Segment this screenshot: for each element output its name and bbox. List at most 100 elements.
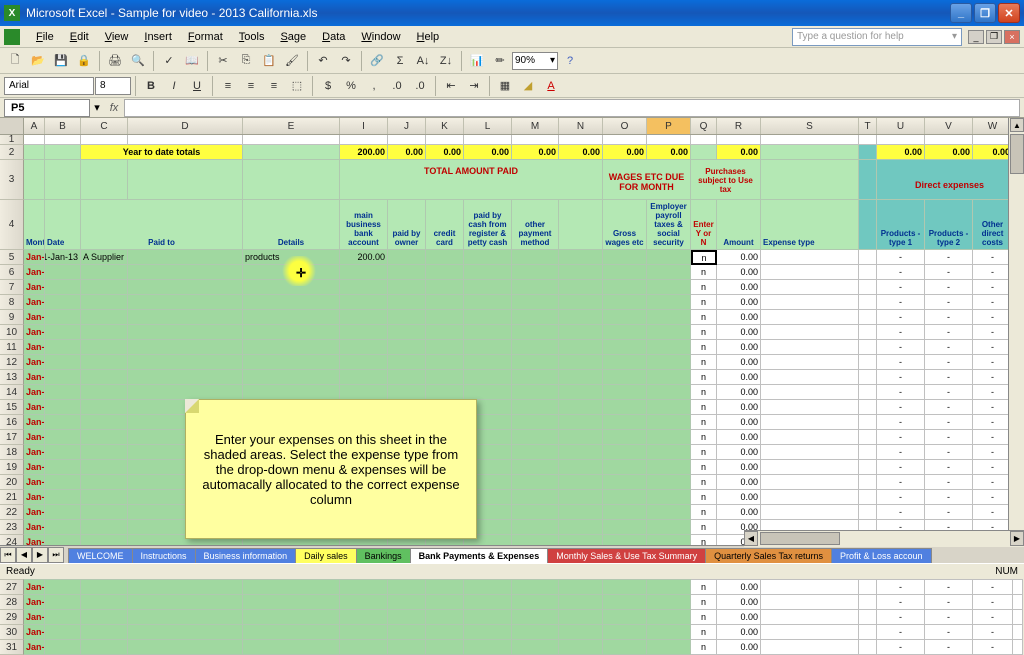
col-header-P[interactable]: P xyxy=(647,118,691,134)
cell[interactable]: - xyxy=(925,400,973,415)
cell[interactable] xyxy=(761,310,859,325)
cell[interactable] xyxy=(24,145,45,160)
cell[interactable]: - xyxy=(925,610,973,625)
cell[interactable]: - xyxy=(877,505,925,520)
cell[interactable]: - xyxy=(973,505,1013,520)
cell[interactable]: n xyxy=(691,625,717,640)
cell[interactable] xyxy=(45,595,81,610)
hyperlink-button[interactable]: 🔗 xyxy=(366,50,388,72)
cell[interactable] xyxy=(603,430,647,445)
cell[interactable] xyxy=(243,355,340,370)
row-header[interactable]: 9 xyxy=(0,310,24,325)
cell[interactable]: 0.00 xyxy=(717,280,761,295)
cell[interactable]: 0.00 xyxy=(717,400,761,415)
cell[interactable]: - xyxy=(973,460,1013,475)
cell[interactable] xyxy=(559,490,603,505)
cell[interactable] xyxy=(243,370,340,385)
cell[interactable] xyxy=(128,295,243,310)
cell[interactable] xyxy=(243,385,340,400)
cell[interactable] xyxy=(81,370,128,385)
cell[interactable] xyxy=(761,145,859,160)
cell[interactable] xyxy=(647,490,691,505)
cell[interactable]: n xyxy=(691,325,717,340)
cell[interactable] xyxy=(603,460,647,475)
cell[interactable]: - xyxy=(925,580,973,595)
cell[interactable]: Expense type xyxy=(761,200,859,250)
cell[interactable] xyxy=(81,160,128,200)
cell[interactable] xyxy=(464,250,512,265)
cell[interactable] xyxy=(512,265,559,280)
cell[interactable] xyxy=(340,595,388,610)
cell[interactable]: - xyxy=(925,355,973,370)
cell[interactable] xyxy=(859,160,877,200)
cell[interactable] xyxy=(45,280,81,295)
cell[interactable] xyxy=(512,400,559,415)
cell[interactable]: - xyxy=(877,325,925,340)
cell[interactable] xyxy=(603,265,647,280)
col-header-M[interactable]: M xyxy=(512,118,559,134)
cell[interactable] xyxy=(128,250,243,265)
cell[interactable] xyxy=(761,250,859,265)
cell[interactable]: Year to date totals xyxy=(81,145,243,160)
cell[interactable]: 0.00 xyxy=(717,370,761,385)
cell[interactable]: n xyxy=(691,580,717,595)
cell[interactable] xyxy=(761,445,859,460)
cell[interactable] xyxy=(647,310,691,325)
cell[interactable] xyxy=(45,135,81,145)
cell[interactable] xyxy=(512,625,559,640)
preview-button[interactable]: 🔍 xyxy=(127,50,149,72)
row-header[interactable]: 30 xyxy=(0,625,24,640)
cell[interactable] xyxy=(512,475,559,490)
row-header[interactable]: 22 xyxy=(0,505,24,520)
cell[interactable] xyxy=(340,640,388,655)
tab-last-button[interactable]: ⏭ xyxy=(48,547,64,563)
cell[interactable] xyxy=(761,160,859,200)
menu-data[interactable]: Data xyxy=(314,29,353,45)
dec-decimal-button[interactable]: .0 xyxy=(409,75,431,97)
row-header[interactable]: 21 xyxy=(0,490,24,505)
cell[interactable] xyxy=(512,250,559,265)
cell[interactable]: - xyxy=(877,430,925,445)
cell[interactable]: - xyxy=(973,640,1013,655)
col-header-V[interactable]: V xyxy=(925,118,973,134)
cell[interactable] xyxy=(559,340,603,355)
cell[interactable]: 0.00 xyxy=(877,145,925,160)
cell[interactable] xyxy=(859,145,877,160)
cell[interactable]: - xyxy=(973,340,1013,355)
cell[interactable]: Month xyxy=(24,200,45,250)
cell[interactable]: 0.00 xyxy=(717,610,761,625)
cell[interactable] xyxy=(388,640,426,655)
cell[interactable] xyxy=(647,520,691,535)
cell[interactable] xyxy=(426,250,464,265)
cell[interactable] xyxy=(128,625,243,640)
inc-indent-button[interactable]: ⇥ xyxy=(463,75,485,97)
cell[interactable] xyxy=(388,265,426,280)
dec-indent-button[interactable]: ⇤ xyxy=(440,75,462,97)
cell[interactable]: - xyxy=(973,250,1013,265)
cell[interactable] xyxy=(81,595,128,610)
row-header[interactable]: 31 xyxy=(0,640,24,655)
row-header[interactable]: 14 xyxy=(0,385,24,400)
cell[interactable]: Jan-13 xyxy=(24,460,45,475)
col-header-E[interactable]: E xyxy=(243,118,340,134)
cell[interactable]: - xyxy=(877,460,925,475)
cell[interactable] xyxy=(761,430,859,445)
cell[interactable]: - xyxy=(925,625,973,640)
cell[interactable]: 0.00 xyxy=(717,505,761,520)
cell[interactable]: Jan-13 xyxy=(24,265,45,280)
cell[interactable] xyxy=(647,295,691,310)
vertical-scrollbar[interactable]: ▲ ▼ xyxy=(1008,118,1024,545)
new-button[interactable]: 🗋 xyxy=(4,50,26,72)
sheet-tab[interactable]: Business information xyxy=(195,548,297,563)
cell[interactable]: Direct expenses xyxy=(877,160,1023,200)
cell[interactable]: - xyxy=(925,415,973,430)
cell[interactable] xyxy=(426,385,464,400)
sheet-tab[interactable]: Bank Payments & Expenses xyxy=(410,548,549,563)
cell[interactable]: Purchases subject to Use tax xyxy=(691,160,761,200)
cell[interactable] xyxy=(761,385,859,400)
cell[interactable] xyxy=(761,475,859,490)
cell[interactable]: n xyxy=(691,475,717,490)
cell[interactable] xyxy=(559,430,603,445)
cell[interactable]: n xyxy=(691,295,717,310)
cell[interactable]: - xyxy=(877,280,925,295)
